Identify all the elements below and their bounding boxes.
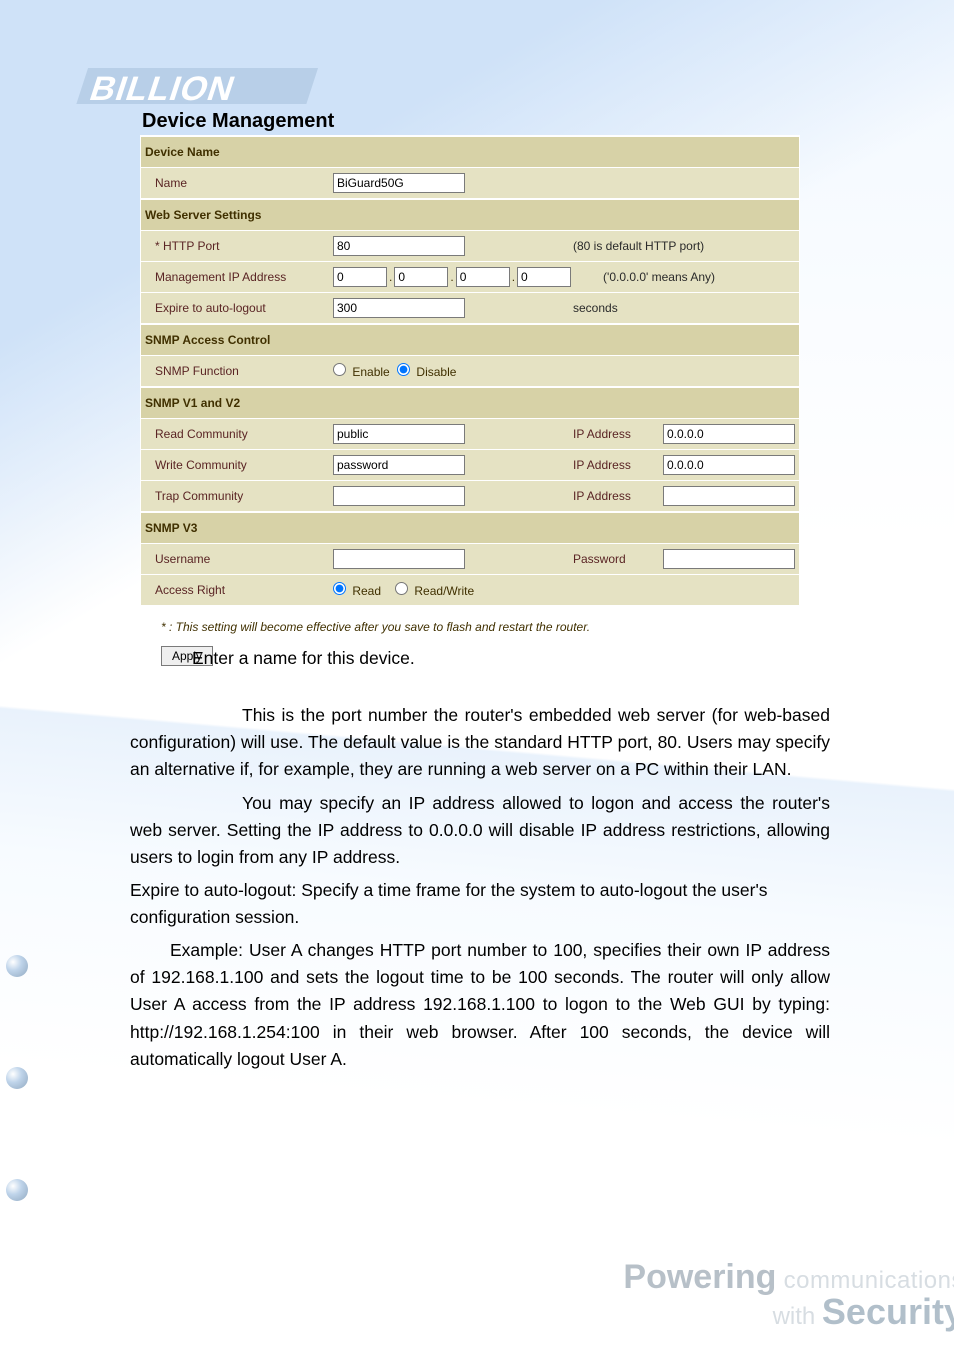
input-mgmt-ip-1[interactable] [394, 267, 448, 287]
hint-mgmt-ip: ('0.0.0.0' means Any) [603, 270, 715, 284]
input-password[interactable] [663, 549, 795, 569]
input-write-community[interactable] [333, 455, 465, 475]
label-read-ip: IP Address [573, 427, 663, 441]
label-name: Name [141, 176, 333, 190]
radio-snmp-disable[interactable] [397, 363, 410, 376]
label-password: Password [573, 552, 663, 566]
radio-access-rw-wrap[interactable]: Read/Write [395, 582, 474, 598]
label-trap-community: Trap Community [141, 489, 333, 503]
hint-expire: seconds [573, 301, 618, 315]
label-access-right: Access Right [141, 583, 333, 597]
doc-p4: Expire to auto-logout: Specify a time fr… [130, 880, 768, 927]
label-read-community: Read Community [141, 427, 333, 441]
label-username: Username [141, 552, 333, 566]
input-read-community[interactable] [333, 424, 465, 444]
input-read-ip[interactable] [663, 424, 795, 444]
input-http-port[interactable] [333, 236, 465, 256]
label-snmp-function: SNMP Function [141, 364, 333, 378]
footnote: * : This setting will become effective a… [141, 606, 799, 640]
radio-access-read-wrap[interactable]: Read [333, 582, 381, 598]
side-decor [6, 865, 28, 1291]
input-write-ip[interactable] [663, 455, 795, 475]
section-device-name: Device Name [141, 136, 799, 168]
doc-p1: Enter a name for this device. [192, 648, 415, 668]
radio-snmp-disable-wrap[interactable]: Disable [397, 363, 456, 379]
input-mgmt-ip-2[interactable] [456, 267, 510, 287]
radio-access-read[interactable] [333, 582, 346, 595]
label-http-port: * HTTP Port [141, 239, 333, 253]
section-snmp-v3: SNMP V3 [141, 512, 799, 544]
radio-snmp-enable[interactable] [333, 363, 346, 376]
label-expire: Expire to auto-logout [141, 301, 333, 315]
input-device-name[interactable] [333, 173, 465, 193]
label-write-community: Write Community [141, 458, 333, 472]
section-snmp-access: SNMP Access Control [141, 324, 799, 356]
document-text: Enter a name for this device. This is th… [130, 645, 830, 1079]
label-mgmt-ip: Management IP Address [141, 270, 333, 284]
hint-http-port: (80 is default HTTP port) [573, 239, 704, 253]
config-panel: Device Management Device Name Name Web S… [140, 110, 800, 671]
radio-access-rw[interactable] [395, 582, 408, 595]
footer-tagline: Powering communications with Security [623, 1258, 954, 1333]
input-expire[interactable] [333, 298, 465, 318]
section-snmp-v1v2: SNMP V1 and V2 [141, 387, 799, 419]
doc-p3: You may specify an IP address allowed to… [130, 793, 830, 867]
panel-title: Device Management [140, 110, 800, 133]
section-web-server: Web Server Settings [141, 199, 799, 231]
label-write-ip: IP Address [573, 458, 663, 472]
input-trap-ip[interactable] [663, 486, 795, 506]
input-username[interactable] [333, 549, 465, 569]
input-mgmt-ip-0[interactable] [333, 267, 387, 287]
input-trap-community[interactable] [333, 486, 465, 506]
radio-snmp-enable-wrap[interactable]: Enable [333, 363, 390, 379]
doc-p2: This is the port number the router's emb… [130, 705, 830, 779]
svg-text:BILLION: BILLION [85, 70, 240, 108]
brand-logo: BILLION [60, 62, 340, 116]
doc-p5: Example: User A changes HTTP port number… [130, 940, 830, 1069]
label-trap-ip: IP Address [573, 489, 663, 503]
input-mgmt-ip-3[interactable] [517, 267, 571, 287]
